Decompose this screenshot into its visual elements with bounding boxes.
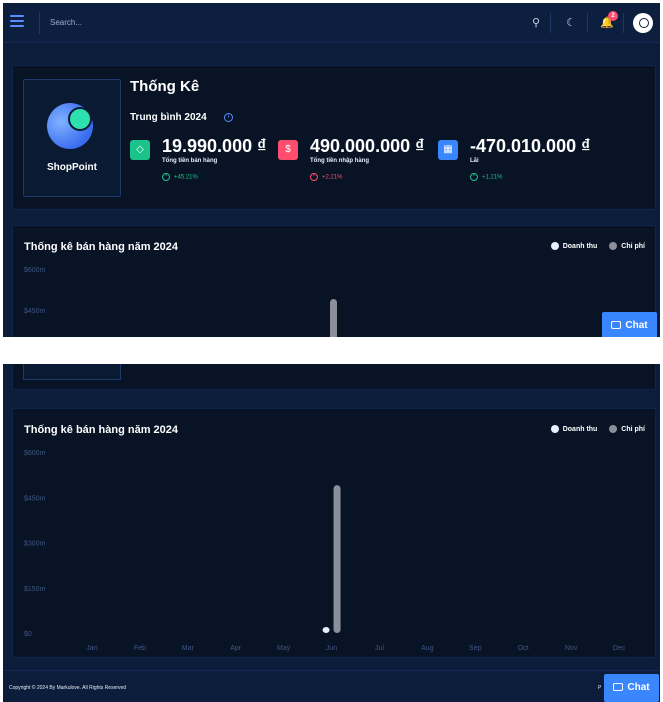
divider [550, 13, 551, 33]
legend-dot-icon [609, 242, 618, 250]
x-tick-label: Apr [230, 645, 242, 652]
x-tick-label: Jul [375, 645, 384, 652]
bar-jun-revenue[interactable] [322, 626, 330, 633]
metric-value: 490.000.000 ₫ [310, 136, 425, 156]
y-tick-label: $600m [24, 450, 46, 457]
x-tick-label: Nov [565, 645, 578, 652]
y-tick-label: $450m [24, 495, 46, 502]
average-year-label: Trung bình 2024 [130, 112, 207, 123]
bar-jun-cost-partial [330, 299, 337, 337]
footer-right-text: P [598, 685, 602, 691]
dashboard-capture-bottom: Thống kê bán hàng năm 2024 Doanh thu Chi… [3, 364, 660, 702]
divider [587, 13, 588, 33]
user-avatar-icon[interactable] [633, 13, 653, 33]
x-tick-label: Oct [518, 645, 529, 652]
metric-change: ^ +2.21% [310, 173, 343, 181]
x-tick-label: Aug [421, 645, 434, 652]
metric-label: Lãi [470, 158, 479, 164]
notification-badge: 2 [608, 11, 618, 21]
x-tick-label: Mar [182, 645, 195, 652]
metric-change: ^ +1.21% [470, 173, 503, 181]
chat-button[interactable]: Chat [604, 674, 659, 702]
bar-jun-cost[interactable] [333, 485, 341, 633]
search-icon[interactable]: ⚲ [528, 15, 544, 31]
metric-value: -470.010.000 ₫ [470, 136, 591, 156]
sales-chart-card-preview: Thống kê bán hàng năm 2024 Doanh thu Chi… [12, 225, 656, 337]
y-tick-label: $450m [24, 308, 46, 315]
sales-chart-card: Thống kê bán hàng năm 2024 Doanh thu Chi… [12, 408, 656, 658]
search-input[interactable]: Search... [39, 12, 339, 34]
barcode-icon: ▦ [438, 140, 458, 160]
legend-dot-icon [550, 242, 559, 250]
legend-item-cost[interactable]: Chi phí [609, 242, 645, 250]
chart-title: Thống kê bán hàng năm 2024 [24, 241, 179, 253]
statistics-title: Thống Kê [130, 78, 200, 95]
copyright-text: Copyright © 2024 By Markulove. All Right… [9, 685, 127, 691]
metric-value: 19.990.000 ₫ [162, 136, 267, 156]
x-tick-label: Jun [326, 645, 337, 652]
arrow-up-icon: ^ [310, 173, 318, 181]
y-tick-label: $0 [24, 631, 32, 638]
x-tick-label: Feb [134, 645, 146, 652]
diamond-icon: ◇ [130, 140, 150, 160]
top-navbar: Search... ⚲ ☾ 🔔 2 [3, 3, 660, 43]
dollar-icon: $ [278, 140, 298, 160]
metric-change: ^ +45.21% [162, 173, 198, 181]
x-tick-label: May [277, 645, 291, 652]
y-tick-label: $300m [24, 541, 46, 548]
sales-bar-chart: $0 $150m $300m $450m $600m Jan Feb Mar Apr May Jun… [24, 450, 626, 652]
arrow-up-icon: ^ [162, 173, 170, 181]
chat-icon [611, 321, 622, 330]
y-tick-label: $150m [24, 586, 46, 593]
chat-button[interactable]: Chat [602, 312, 657, 337]
shop-logo: ShopPoint [23, 79, 121, 197]
legend-item-revenue[interactable]: Doanh thu [550, 242, 597, 250]
x-tick-label: Dec [613, 645, 626, 652]
dark-mode-moon-icon[interactable]: ☾ [563, 15, 579, 31]
divider [623, 13, 624, 33]
hamburger-menu-icon[interactable] [10, 15, 24, 29]
chat-icon [613, 683, 624, 692]
brand-name: ShopPoint [47, 162, 97, 173]
logo-dot-icon [68, 107, 92, 131]
x-tick-label: Sep [469, 645, 482, 652]
y-tick-label: $600m [24, 267, 46, 274]
statistics-card: ShopPoint Thống Kê Trung bình 2024 i ◇ 1… [12, 65, 656, 210]
arrow-up-icon: ^ [470, 173, 478, 181]
info-icon[interactable]: i [224, 113, 233, 122]
metric-label: Tổng tiền bán hàng [162, 158, 218, 164]
chart-legend: Doanh thu Chi phí [541, 242, 645, 250]
statistics-card-partial [12, 364, 656, 390]
dashboard-capture-top: Search... ⚲ ☾ 🔔 2 ShopPoint Thống Kê Tru… [3, 3, 660, 337]
x-tick-label: Jan [86, 645, 97, 652]
shop-logo-partial [23, 364, 121, 380]
page-footer: Copyright © 2024 By Markulove. All Right… [3, 670, 660, 702]
metric-label: Tổng tiền nhập hàng [310, 158, 369, 164]
